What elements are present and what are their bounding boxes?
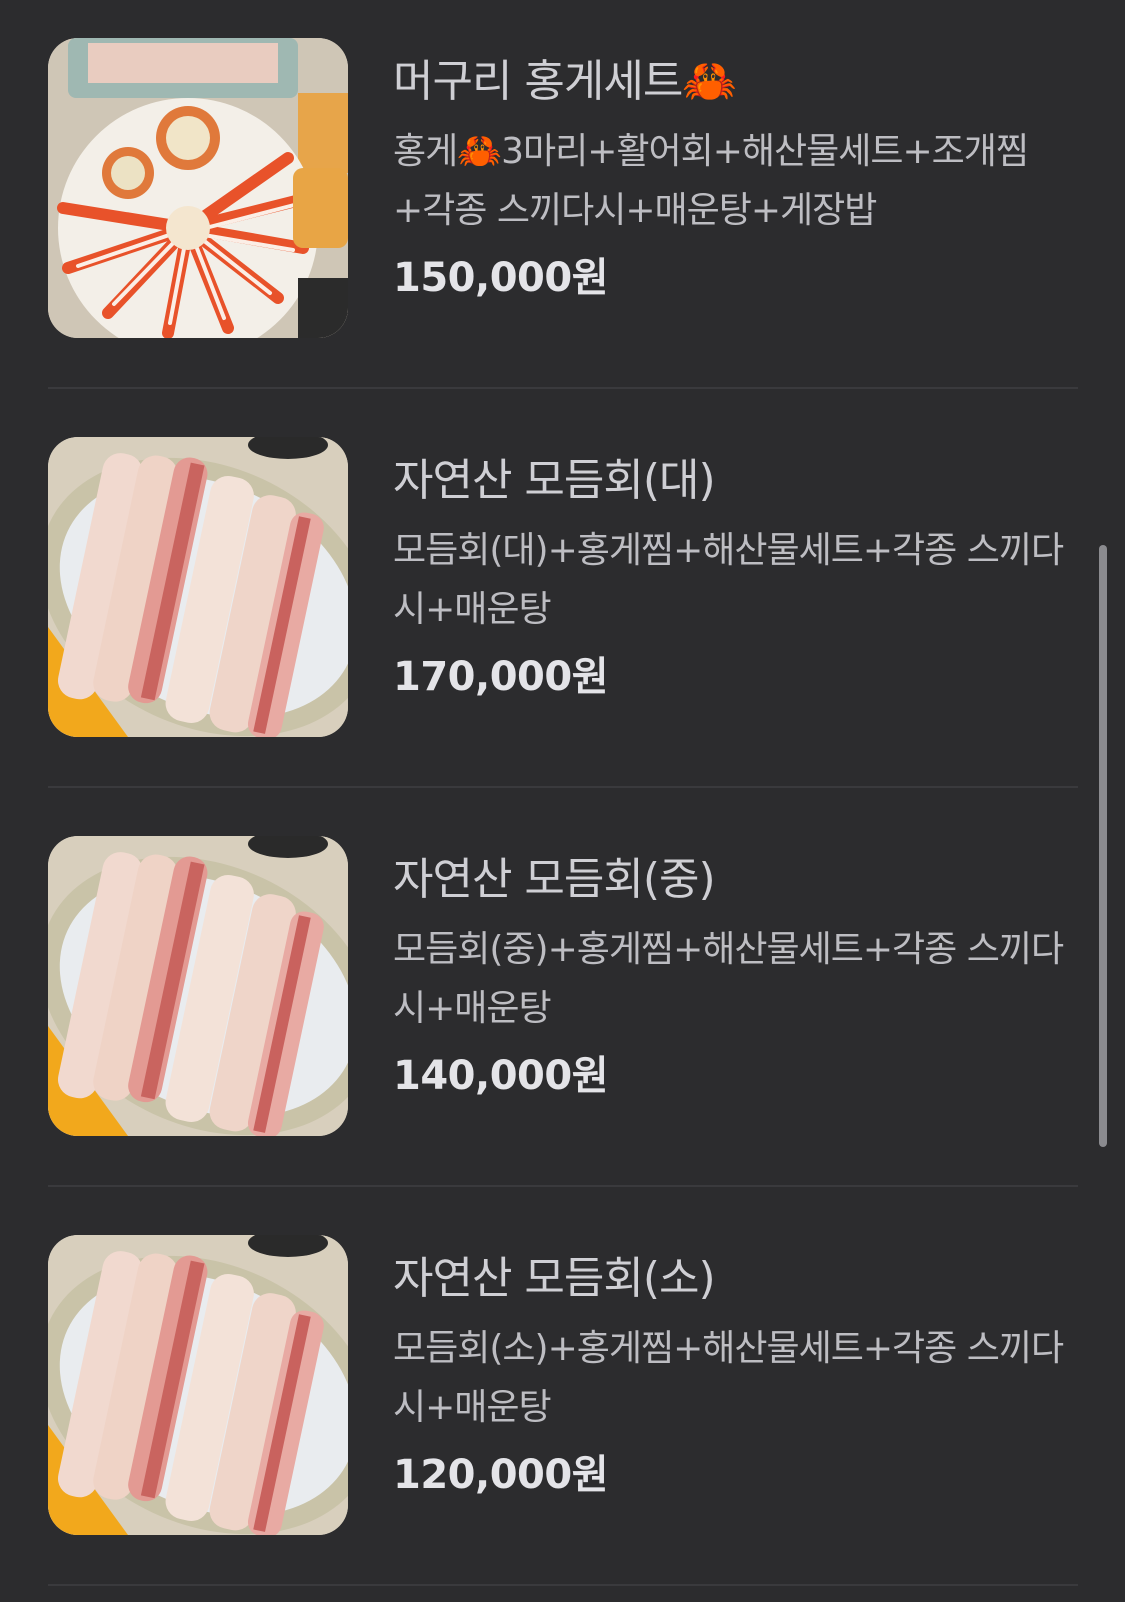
menu-item-description: 모듬회(대)+홍게찜+해산물세트+각종 스끼다시+매운탕 <box>393 530 1064 630</box>
menu-item-description: 모듬회(소)+홍게찜+해산물세트+각종 스끼다시+매운탕 <box>393 1328 1064 1428</box>
sashimi-platter-thumbnail[interactable] <box>48 1235 348 1535</box>
scrollbar-thumb[interactable] <box>1099 545 1107 1147</box>
menu-item-sashimi-small[interactable]: 자연산 모듬회(소) 모듬회(소)+홍게찜+해산물세트+각종 스끼다시+매운탕 … <box>48 1235 1078 1602</box>
menu-item-description: 모듬회(중)+홍게찜+해산물세트+각종 스끼다시+매운탕 <box>393 929 1064 1029</box>
menu-item-name: 자연산 모듬회(중) <box>393 854 716 905</box>
menu-item-name: 머구리 홍게세트🦀 <box>393 56 737 107</box>
menu-item-description: 홍게🦀3마리+활어회+해산물세트+조개찜+각종 스끼다시+매운탕+게장밥 <box>393 131 1029 231</box>
sashimi-platter-image <box>48 836 348 1136</box>
menu-item-info: 머구리 홍게세트🦀 홍게🦀3마리+활어회+해산물세트+조개찜+각종 스끼다시+매… <box>393 52 1083 304</box>
menu-item-info: 자연산 모듬회(대) 모듬회(대)+홍게찜+해산물세트+각종 스끼다시+매운탕 … <box>393 451 1083 703</box>
divider <box>48 1185 1078 1187</box>
menu-item-name: 자연산 모듬회(소) <box>393 1253 716 1304</box>
divider <box>48 786 1078 788</box>
sashimi-platter-thumbnail[interactable] <box>48 437 348 737</box>
crab-platter-image <box>48 38 348 338</box>
menu-item-info: 자연산 모듬회(소) 모듬회(소)+홍게찜+해산물세트+각종 스끼다시+매운탕 … <box>393 1249 1083 1501</box>
divider <box>48 387 1078 389</box>
menu-item-price: 170,000원 <box>393 654 609 700</box>
menu-item-price: 140,000원 <box>393 1053 609 1099</box>
menu-item-price: 120,000원 <box>393 1452 609 1498</box>
crab-platter-thumbnail[interactable] <box>48 38 348 338</box>
sashimi-platter-image <box>48 1235 348 1535</box>
sashimi-platter-thumbnail[interactable] <box>48 836 348 1136</box>
menu-item-info: 자연산 모듬회(중) 모듬회(중)+홍게찜+해산물세트+각종 스끼다시+매운탕 … <box>393 850 1083 1102</box>
menu-item-crab-set[interactable]: 머구리 홍게세트🦀 홍게🦀3마리+활어회+해산물세트+조개찜+각종 스끼다시+매… <box>48 38 1078 437</box>
scrollbar[interactable] <box>1099 545 1107 1147</box>
sashimi-platter-image <box>48 437 348 737</box>
menu-screen: 머구리 홍게세트🦀 홍게🦀3마리+활어회+해산물세트+조개찜+각종 스끼다시+매… <box>0 0 1125 1602</box>
menu-item-price: 150,000원 <box>393 255 609 301</box>
menu-item-name: 자연산 모듬회(대) <box>393 455 716 506</box>
menu-item-sashimi-large[interactable]: 자연산 모듬회(대) 모듬회(대)+홍게찜+해산물세트+각종 스끼다시+매운탕 … <box>48 437 1078 836</box>
menu-list: 머구리 홍게세트🦀 홍게🦀3마리+활어회+해산물세트+조개찜+각종 스끼다시+매… <box>48 38 1078 1602</box>
menu-item-sashimi-medium[interactable]: 자연산 모듬회(중) 모듬회(중)+홍게찜+해산물세트+각종 스끼다시+매운탕 … <box>48 836 1078 1235</box>
divider <box>48 1584 1078 1586</box>
